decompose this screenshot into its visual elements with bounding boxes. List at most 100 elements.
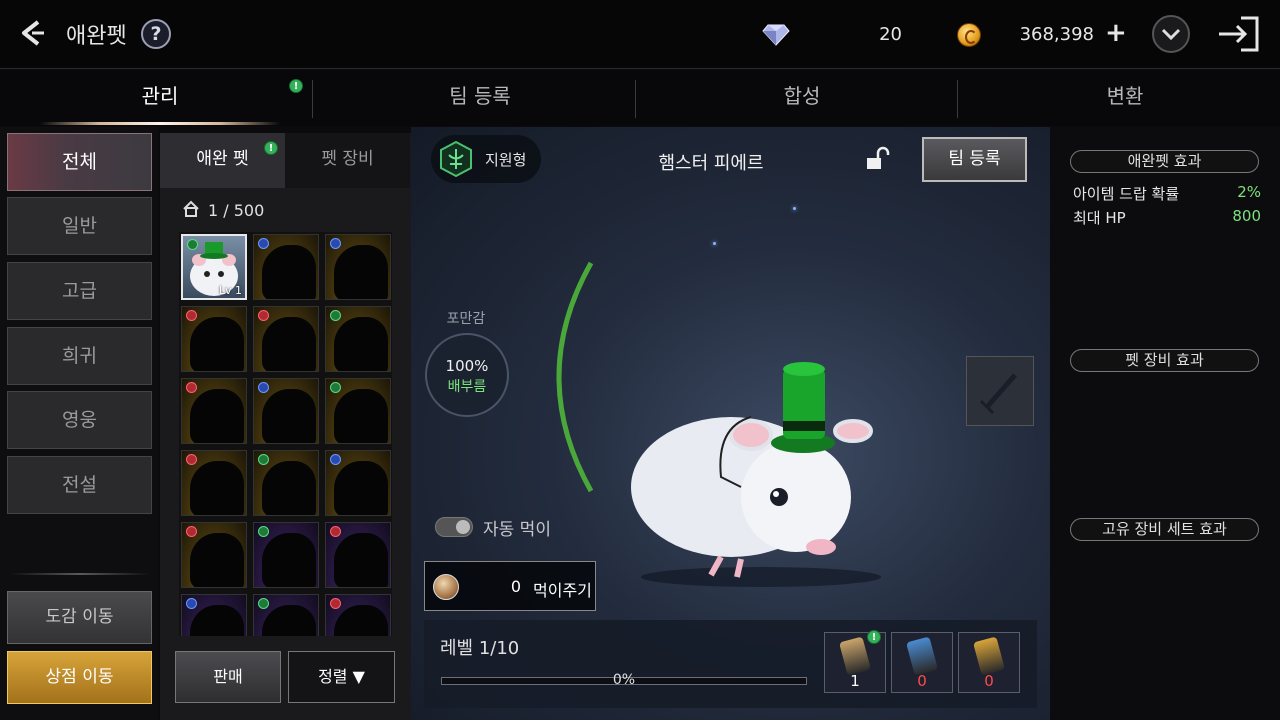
pet-slot[interactable] bbox=[253, 234, 319, 300]
exp-item-slot[interactable]: 0 bbox=[891, 632, 953, 693]
pet-slot[interactable] bbox=[181, 450, 247, 516]
tab-manage[interactable]: 관리 bbox=[0, 70, 320, 126]
rarity-gem-icon bbox=[186, 382, 197, 393]
dagger-icon bbox=[979, 373, 1017, 415]
tab-label: 합성 bbox=[783, 84, 821, 108]
menu-dropdown-button[interactable] bbox=[1152, 15, 1190, 53]
rarity-gem-icon bbox=[186, 454, 197, 465]
item-count: 1 bbox=[850, 672, 860, 690]
pet-list-panel: 애완 펫 ! 펫 장비 1 / 500 Lv 1 판매 정렬 ▼ bbox=[160, 133, 411, 720]
diamond-icon bbox=[762, 24, 790, 46]
rarity-gem-icon bbox=[258, 382, 269, 393]
category-advanced[interactable]: 고급 bbox=[7, 262, 152, 320]
locked-pet-silhouette bbox=[262, 605, 316, 636]
codex-button[interactable]: 도감 이동 bbox=[7, 591, 152, 644]
gold-coin-icon bbox=[957, 23, 981, 47]
stat-value: 800 bbox=[1232, 207, 1261, 225]
rarity-gem-icon bbox=[187, 239, 198, 250]
level-panel: 레벨 1/10 0% 1 ! 0 0 bbox=[424, 620, 1037, 708]
exp-item-slot[interactable]: 0 bbox=[958, 632, 1020, 693]
notification-badge: ! bbox=[289, 79, 303, 93]
tab-label: 변환 bbox=[1106, 84, 1144, 108]
rarity-gem-icon bbox=[330, 526, 341, 537]
locked-pet-silhouette bbox=[190, 533, 244, 587]
pet-slot[interactable] bbox=[325, 450, 391, 516]
rarity-gem-icon bbox=[258, 526, 269, 537]
hamster-pet-illustration bbox=[631, 362, 881, 587]
rarity-gem-icon bbox=[186, 526, 197, 537]
unlock-icon[interactable] bbox=[863, 145, 891, 173]
pet-slot[interactable]: Lv 1 bbox=[181, 234, 247, 300]
diamond-count: 20 bbox=[879, 24, 902, 45]
pet-slot[interactable] bbox=[325, 306, 391, 372]
chevron-down-icon bbox=[1161, 28, 1181, 41]
sell-button[interactable]: 판매 bbox=[175, 651, 281, 703]
category-normal[interactable]: 일반 bbox=[7, 197, 152, 255]
pet-slot[interactable] bbox=[325, 522, 391, 588]
team-register-button[interactable]: 팀 등록 bbox=[922, 137, 1027, 182]
top-bar: 애완펫 ? 20 368,398 + bbox=[0, 0, 1280, 69]
pet-slot[interactable] bbox=[253, 306, 319, 372]
satiety-gauge: 100% 배부름 bbox=[425, 333, 509, 417]
stat-name: 최대 HP bbox=[1073, 209, 1126, 227]
rarity-gem-icon bbox=[186, 598, 197, 609]
notification-badge: ! bbox=[867, 630, 881, 644]
pet-slot[interactable] bbox=[253, 450, 319, 516]
category-all[interactable]: 전체 bbox=[7, 133, 152, 191]
pet-slot[interactable] bbox=[253, 522, 319, 588]
add-currency-button[interactable]: + bbox=[1105, 18, 1127, 48]
stat-value: 2% bbox=[1237, 183, 1261, 201]
locked-pet-silhouette bbox=[334, 317, 388, 371]
category-sidebar: 전체 일반 고급 희귀 영웅 전설 도감 이동 상점 이동 bbox=[0, 127, 158, 720]
rarity-gem-icon bbox=[258, 454, 269, 465]
locked-pet-silhouette bbox=[190, 461, 244, 515]
back-arrow-icon[interactable] bbox=[16, 16, 50, 50]
pet-slot[interactable] bbox=[181, 594, 247, 636]
pet-slot[interactable] bbox=[181, 378, 247, 444]
tab-label: 관리 bbox=[141, 84, 179, 108]
pet-slot[interactable] bbox=[325, 378, 391, 444]
tab-convert[interactable]: 변환 bbox=[965, 70, 1280, 126]
sort-button[interactable]: 정렬 ▼ bbox=[288, 651, 395, 703]
pet-slot[interactable] bbox=[253, 378, 319, 444]
role-badge: 지원형 bbox=[431, 135, 541, 183]
locked-pet-silhouette bbox=[262, 389, 316, 443]
help-button[interactable]: ? bbox=[141, 19, 171, 49]
locked-pet-silhouette bbox=[190, 605, 244, 636]
locked-pet-silhouette bbox=[262, 533, 316, 587]
tab-team-register[interactable]: 팀 등록 bbox=[320, 70, 640, 126]
feed-button[interactable]: 0 먹이주기 bbox=[424, 561, 596, 611]
tab-divider bbox=[635, 80, 636, 118]
pet-slot[interactable] bbox=[325, 234, 391, 300]
item-count: 0 bbox=[917, 672, 927, 690]
auto-feed-toggle[interactable] bbox=[435, 517, 473, 537]
locked-pet-silhouette bbox=[334, 605, 388, 636]
page-title: 애완펫 bbox=[66, 24, 127, 49]
category-legend[interactable]: 전설 bbox=[7, 456, 152, 514]
scroll-icon bbox=[839, 636, 871, 676]
pet-equipment-slot[interactable] bbox=[966, 356, 1034, 426]
notification-badge: ! bbox=[264, 141, 278, 155]
shop-button[interactable]: 상점 이동 bbox=[7, 651, 152, 704]
pet-slot[interactable] bbox=[325, 594, 391, 636]
pet-grid: Lv 1 bbox=[179, 232, 392, 636]
pet-slot[interactable] bbox=[253, 594, 319, 636]
pet-slot[interactable] bbox=[181, 306, 247, 372]
category-rare[interactable]: 희귀 bbox=[7, 327, 152, 385]
tab-synthesis[interactable]: 합성 bbox=[642, 70, 962, 126]
locked-pet-silhouette bbox=[262, 461, 316, 515]
satiety-state: 배부름 bbox=[447, 379, 487, 395]
category-hero[interactable]: 영웅 bbox=[7, 391, 152, 449]
locked-pet-silhouette bbox=[262, 317, 316, 371]
role-label: 지원형 bbox=[485, 151, 527, 169]
rarity-gem-icon bbox=[330, 238, 341, 249]
subtab-pet-equipment[interactable]: 펫 장비 bbox=[285, 133, 410, 188]
active-tab-indicator bbox=[40, 122, 280, 125]
locked-pet-silhouette bbox=[334, 389, 388, 443]
sparkle bbox=[793, 207, 796, 210]
rarity-gem-icon bbox=[330, 598, 341, 609]
tab-divider bbox=[312, 80, 313, 118]
exit-icon[interactable] bbox=[1217, 14, 1261, 54]
pet-slot[interactable] bbox=[181, 522, 247, 588]
rarity-gem-icon bbox=[330, 454, 341, 465]
